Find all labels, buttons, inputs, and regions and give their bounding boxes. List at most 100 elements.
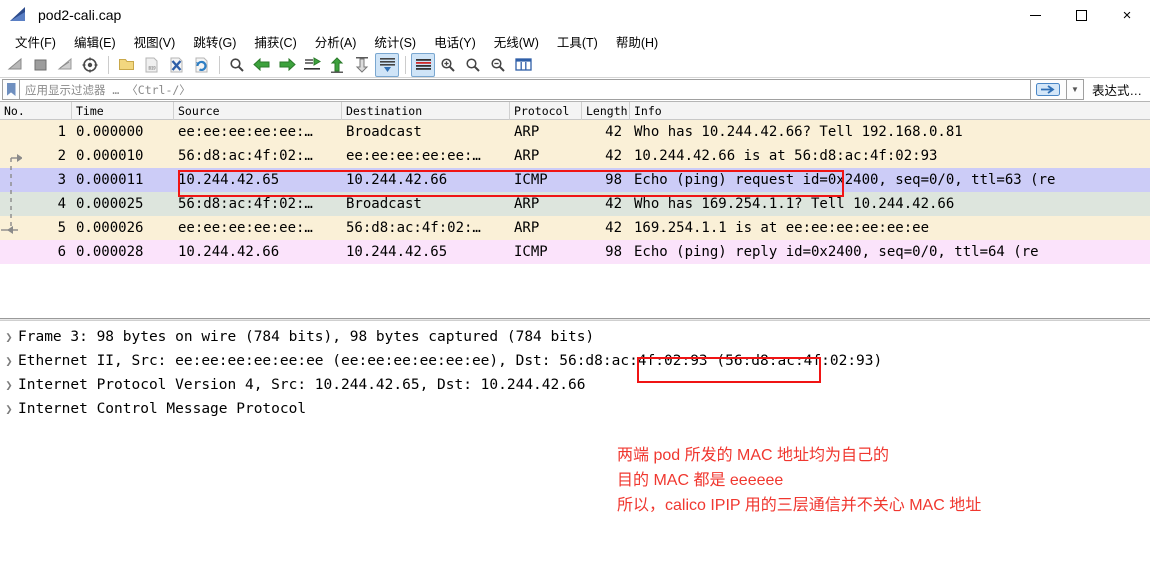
main-toolbar: 019 — [0, 52, 1150, 78]
apply-filter-button[interactable] — [1030, 79, 1067, 100]
cell-source: 56:d8:ac:4f:02:… — [178, 148, 313, 164]
cell-info: 10.244.42.66 is at 56:d8:ac:4f:02:93 — [634, 148, 938, 164]
expand-chevron-right-icon[interactable]: ❯ — [0, 354, 18, 368]
cell-time: 0.000000 — [76, 124, 144, 140]
go-first-packet-icon[interactable] — [325, 53, 349, 77]
cell-time: 0.000026 — [76, 220, 144, 236]
detail-row-frame[interactable]: ❯ Frame 3: 98 bytes on wire (784 bits), … — [0, 325, 1150, 349]
cell-info: Who has 10.244.42.66? Tell 192.168.0.81 — [634, 124, 963, 140]
close-button[interactable]: × — [1104, 0, 1150, 30]
cell-destination: ee:ee:ee:ee:ee:… — [346, 148, 481, 164]
close-file-icon[interactable] — [164, 53, 188, 77]
menu-edit[interactable]: 编辑(E) — [65, 30, 125, 53]
cell-destination: Broadcast — [346, 196, 422, 212]
cell-info: Who has 169.254.1.1? Tell 10.244.42.66 — [634, 196, 955, 212]
cell-info: Echo (ping) reply id=0x2400, seq=0/0, tt… — [634, 244, 1039, 260]
cell-length: 42 — [605, 196, 622, 212]
reload-file-icon[interactable] — [189, 53, 213, 77]
auto-scroll-icon[interactable] — [375, 52, 399, 77]
chevron-down-icon[interactable]: ▼ — [1066, 79, 1084, 100]
column-header-length[interactable]: Length — [582, 101, 630, 120]
packet-list-header: No. Time Source Destination Protocol Len… — [0, 101, 1150, 120]
menu-telephony[interactable]: 电话(Y) — [425, 30, 485, 53]
related-packet-indicator — [1, 154, 22, 234]
detail-row-icmp[interactable]: ❯ Internet Control Message Protocol — [0, 397, 1150, 421]
stop-capture-icon[interactable] — [28, 53, 52, 77]
packet-list-rows: 1 0.000000 ee:ee:ee:ee:ee:… Broadcast ARP 42 W… — [0, 120, 1150, 264]
packet-row[interactable]: 5 0.000026 ee:ee:ee:ee:ee:… 56:d8:ac:4f:02:… — [0, 216, 1150, 240]
cell-protocol: ARP — [514, 124, 540, 140]
menu-wireless[interactable]: 无线(W) — [485, 30, 548, 53]
packet-row[interactable]: 1 0.000000 ee:ee:ee:ee:ee:… Broadcast ARP 42 W… — [0, 120, 1150, 144]
menu-capture[interactable]: 捕获(C) — [245, 30, 305, 53]
expand-chevron-right-icon[interactable]: ❯ — [0, 378, 18, 392]
cell-time: 0.000025 — [76, 196, 144, 212]
filter-expression-button[interactable]: 表达式… — [1084, 79, 1148, 100]
restart-capture-icon[interactable] — [53, 53, 77, 77]
annotation-line-3: 所以，calico IPIP 用的三层通信并不关心 MAC 地址 — [617, 497, 982, 514]
menu-statistics[interactable]: 统计(S) — [365, 30, 425, 53]
column-header-info[interactable]: Info — [630, 102, 1150, 120]
packet-row[interactable]: 4 0.000025 56:d8:ac:4f:02:… Broadcast ARP 42 W… — [0, 192, 1150, 216]
column-header-no[interactable]: No. — [0, 101, 72, 120]
menu-analyze[interactable]: 分析(A) — [306, 30, 366, 53]
start-capture-icon[interactable] — [3, 53, 27, 77]
go-to-packet-icon[interactable] — [300, 53, 324, 77]
window-title: pod2-cali.cap — [38, 7, 122, 23]
maximize-button[interactable] — [1058, 0, 1104, 30]
cell-info: 169.254.1.1 is at ee:ee:ee:ee:ee:ee — [634, 220, 930, 236]
toolbar-separator — [405, 55, 406, 74]
cell-protocol: ARP — [514, 196, 540, 212]
display-filter-input[interactable]: 应用显示过滤器 … 〈Ctrl-/〉 — [19, 79, 1031, 100]
find-packet-icon[interactable] — [225, 53, 249, 77]
column-header-time[interactable]: Time — [72, 101, 174, 120]
svg-text:019: 019 — [148, 65, 156, 70]
packet-row[interactable]: 2 0.000010 56:d8:ac:4f:02:… ee:ee:ee:ee:ee:… — [0, 144, 1150, 168]
annotation-line-2: 目的 MAC 都是 eeeeee — [617, 472, 784, 489]
menu-go[interactable]: 跳转(G) — [184, 30, 245, 53]
packet-row[interactable]: 6 0.000028 10.244.42.66 10.244.42.65 ICMP 98 E… — [0, 240, 1150, 264]
detail-row-ipv4[interactable]: ❯ Internet Protocol Version 4, Src: 10.2… — [0, 373, 1150, 397]
cell-length: 42 — [605, 220, 622, 236]
cell-length: 98 — [605, 172, 622, 188]
cell-destination: Broadcast — [346, 124, 422, 140]
colorize-packets-icon[interactable] — [411, 52, 435, 77]
resize-columns-icon[interactable] — [511, 53, 535, 77]
open-file-icon[interactable] — [114, 53, 138, 77]
cell-source: 10.244.42.65 — [178, 172, 280, 188]
go-back-icon[interactable] — [250, 53, 274, 77]
go-forward-icon[interactable] — [275, 53, 299, 77]
cell-destination: 10.244.42.65 — [346, 244, 448, 260]
column-header-destination[interactable]: Destination — [342, 101, 510, 120]
detail-row-ipv4-text: Internet Protocol Version 4, Src: 10.244… — [18, 377, 586, 393]
expand-chevron-right-icon[interactable]: ❯ — [0, 402, 18, 416]
cell-time: 0.000010 — [76, 148, 144, 164]
go-last-packet-icon[interactable] — [350, 53, 374, 77]
detail-row-ethernet-text: Ethernet II, Src: ee:ee:ee:ee:ee:ee (ee:… — [18, 353, 883, 369]
toolbar-separator — [219, 55, 220, 74]
close-icon: × — [1122, 6, 1132, 24]
packet-row[interactable]: 3 0.000011 10.244.42.65 10.244.42.66 ICMP 98 E… — [0, 168, 1150, 192]
zoom-out-icon[interactable] — [461, 53, 485, 77]
cell-source: 56:d8:ac:4f:02:… — [178, 196, 313, 212]
zoom-in-icon[interactable] — [436, 53, 460, 77]
capture-options-icon[interactable] — [78, 53, 102, 77]
detail-row-ethernet[interactable]: ❯ Ethernet II, Src: ee:ee:ee:ee:ee:ee (e… — [0, 349, 1150, 373]
cell-protocol: ARP — [514, 220, 540, 236]
wireshark-fin-logo-icon — [8, 5, 30, 25]
expand-chevron-right-icon[interactable]: ❯ — [0, 330, 18, 344]
menu-view[interactable]: 视图(V) — [125, 30, 185, 53]
cell-protocol: ARP — [514, 148, 540, 164]
save-file-icon[interactable]: 019 — [139, 53, 163, 77]
packet-list: No. Time Source Destination Protocol Len… — [0, 101, 1150, 264]
column-header-source[interactable]: Source — [174, 101, 342, 120]
zoom-reset-icon[interactable] — [486, 53, 510, 77]
menu-file[interactable]: 文件(F) — [6, 30, 65, 53]
menu-tools[interactable]: 工具(T) — [548, 30, 607, 53]
minimize-button[interactable] — [1012, 0, 1058, 30]
toolbar-separator — [108, 55, 109, 74]
filter-bookmark-icon[interactable] — [2, 79, 19, 100]
annotation-line-1: 两端 pod 所发的 MAC 地址均为自己的 — [617, 447, 890, 464]
menu-help[interactable]: 帮助(H) — [607, 30, 667, 53]
column-header-protocol[interactable]: Protocol — [510, 101, 582, 120]
